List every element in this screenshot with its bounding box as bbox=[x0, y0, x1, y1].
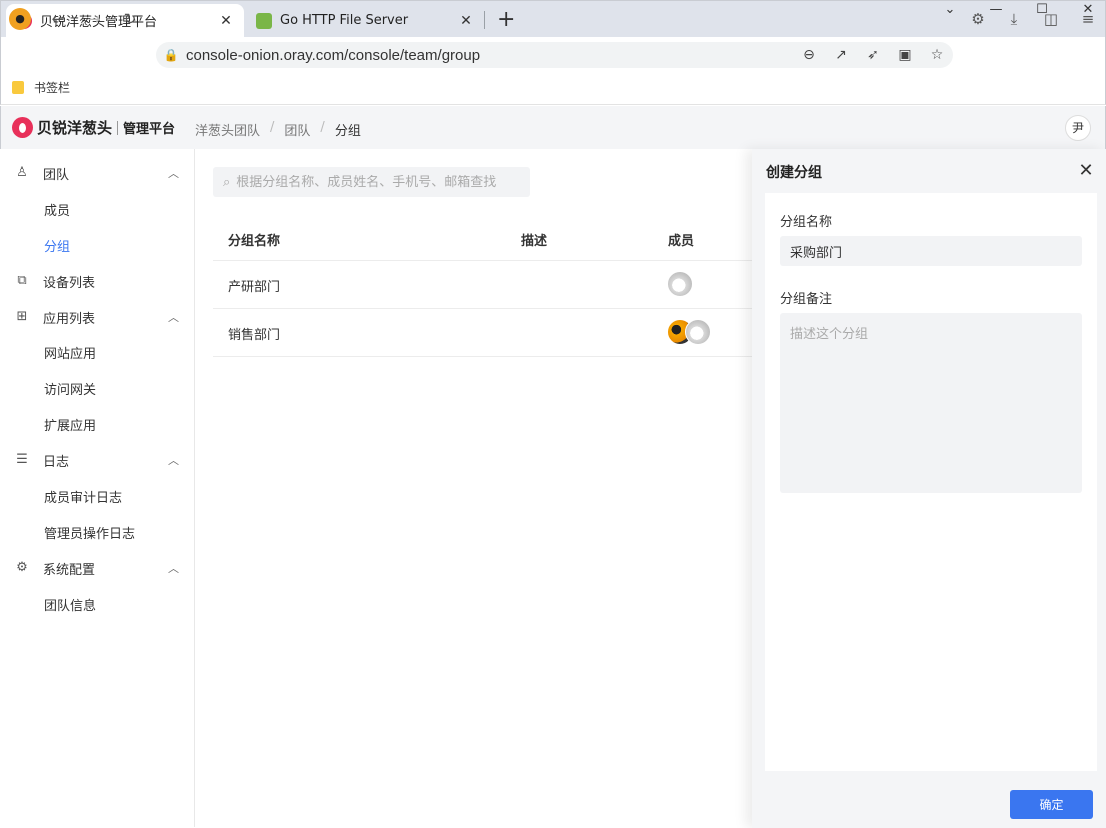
sidebar-group-label: 日志 bbox=[43, 454, 70, 470]
menu-icon[interactable]: ≡ bbox=[1077, 8, 1099, 30]
back-icon[interactable]: ← bbox=[47, 8, 69, 30]
sidebar-item-members[interactable]: 成员 bbox=[44, 200, 70, 219]
tab-title: Go HTTP File Server bbox=[280, 13, 409, 28]
team-icon: ♙ bbox=[16, 165, 28, 180]
url-text[interactable]: console-onion.oray.com/console/team/grou… bbox=[186, 47, 793, 64]
breadcrumb: 洋葱头团队 / 团队 / 分组 bbox=[195, 120, 361, 139]
group-name[interactable]: 产研部门 bbox=[228, 276, 280, 295]
sidebar-group-label: 团队 bbox=[43, 167, 70, 183]
chevron-up-icon: ︿ bbox=[168, 562, 179, 575]
onion-logo-icon bbox=[12, 117, 33, 138]
group-remark-label: 分组备注 bbox=[780, 292, 833, 307]
sidebar-item-admin-log[interactable]: 管理员操作日志 bbox=[44, 523, 135, 542]
breadcrumb-separator: / bbox=[270, 120, 275, 135]
close-tab-icon[interactable]: ✕ bbox=[458, 13, 474, 29]
bookmark-star-icon[interactable]: ☆ bbox=[921, 47, 953, 63]
bookmarks-bar bbox=[0, 73, 1106, 105]
close-icon[interactable]: ✕ bbox=[1077, 160, 1095, 181]
member-avatar[interactable] bbox=[667, 271, 693, 297]
app-logo[interactable]: 贝锐洋葱头 管理平台 bbox=[12, 117, 175, 138]
gopher-favicon-icon bbox=[256, 12, 272, 29]
sidebar-group-label: 设备列表 bbox=[43, 275, 96, 291]
column-header-description: 描述 bbox=[521, 234, 548, 249]
reload-icon[interactable]: ↻ bbox=[119, 8, 141, 30]
table-row[interactable]: 产研部门 bbox=[213, 261, 753, 309]
column-header-name: 分组名称 bbox=[228, 234, 281, 249]
zoom-icon[interactable]: ⊖ bbox=[793, 47, 825, 63]
chevron-up-icon: ︿ bbox=[168, 454, 179, 467]
chevron-up-icon: ︿ bbox=[168, 311, 179, 324]
group-remark-field[interactable] bbox=[780, 313, 1082, 493]
sidebar-group-label: 系统配置 bbox=[43, 562, 96, 578]
settings-icon: ⚙ bbox=[16, 560, 28, 575]
address-bar[interactable]: 🔒 console-onion.oray.com/console/team/gr… bbox=[156, 42, 953, 68]
new-tab-icon[interactable]: + bbox=[497, 7, 515, 32]
group-name-label: 分组名称 bbox=[780, 215, 833, 230]
download-icon[interactable]: ⤓ bbox=[1003, 8, 1025, 30]
sidebar-item-ext-apps[interactable]: 扩展应用 bbox=[44, 415, 96, 434]
sidebar-item-groups[interactable]: 分组 bbox=[44, 236, 70, 255]
sidebar-group-label: 应用列表 bbox=[43, 311, 96, 327]
extensions-icon[interactable]: ⚙ bbox=[967, 8, 989, 30]
forward-icon[interactable]: → bbox=[83, 8, 105, 30]
column-header-members: 成员 bbox=[668, 234, 695, 249]
folder-icon bbox=[12, 81, 24, 94]
breadcrumb-separator: / bbox=[320, 120, 325, 135]
lock-icon[interactable]: 🔒 bbox=[156, 48, 186, 62]
breadcrumb-item[interactable]: 团队 bbox=[284, 120, 310, 139]
screenshot-icon[interactable]: ▣ bbox=[889, 47, 921, 63]
sidebar-toggle-icon[interactable]: ◫ bbox=[1040, 8, 1062, 30]
brand-subtitle: 管理平台 bbox=[123, 122, 176, 137]
member-avatar[interactable] bbox=[685, 319, 711, 345]
close-tab-icon[interactable]: ✕ bbox=[218, 13, 234, 29]
breadcrumb-current: 分组 bbox=[334, 124, 361, 139]
devices-icon: ⧉ bbox=[17, 273, 27, 288]
sidebar-group-devices[interactable]: ⧉ 设备列表 bbox=[14, 271, 179, 291]
sidebar-group-apps[interactable]: ⊞ 应用列表 ︿ bbox=[14, 307, 179, 327]
sidebar-item-team-info[interactable]: 团队信息 bbox=[44, 595, 96, 614]
sidebar-item-gateway[interactable]: 访问网关 bbox=[44, 379, 96, 398]
drawer-title: 创建分组 bbox=[766, 165, 822, 181]
share-icon[interactable]: ↗ bbox=[825, 47, 857, 63]
table-row[interactable]: 销售部门 bbox=[213, 309, 753, 357]
search-icon: ⌕ bbox=[223, 174, 231, 190]
log-icon: ☰ bbox=[16, 452, 28, 467]
sidebar-item-audit-log[interactable]: 成员审计日志 bbox=[44, 487, 122, 506]
chevron-up-icon: ︿ bbox=[168, 167, 179, 180]
bookmarks-folder[interactable]: 书签栏 bbox=[12, 79, 70, 96]
bookmarks-folder-label: 书签栏 bbox=[34, 81, 71, 95]
confirm-button[interactable]: 确定 bbox=[1010, 790, 1093, 819]
search-input[interactable] bbox=[236, 174, 517, 190]
user-avatar[interactable]: 尹 bbox=[1065, 115, 1091, 141]
sidebar-group-settings[interactable]: ⚙ 系统配置 ︿ bbox=[14, 558, 179, 578]
sidebar-group-team[interactable]: ♙ 团队 ︿ bbox=[14, 163, 179, 183]
tab-divider bbox=[484, 11, 485, 29]
brand-name: 贝锐洋葱头 bbox=[37, 119, 113, 137]
group-name-field[interactable] bbox=[780, 236, 1082, 266]
logo-divider bbox=[117, 120, 119, 135]
tab-inactive[interactable]: Go HTTP File Server ✕ bbox=[246, 4, 484, 37]
breadcrumb-item[interactable]: 洋葱头团队 bbox=[195, 120, 260, 139]
search-box[interactable]: ⌕ bbox=[213, 167, 530, 197]
sidebar-group-logs[interactable]: ☰ 日志 ︿ bbox=[14, 450, 179, 470]
rocket-icon[interactable]: ➶ bbox=[857, 47, 889, 63]
group-name[interactable]: 销售部门 bbox=[228, 324, 280, 343]
sidebar-item-web-apps[interactable]: 网站应用 bbox=[44, 343, 96, 362]
apps-icon: ⊞ bbox=[16, 309, 28, 324]
profile-avatar-icon[interactable]: ● bbox=[9, 8, 31, 30]
